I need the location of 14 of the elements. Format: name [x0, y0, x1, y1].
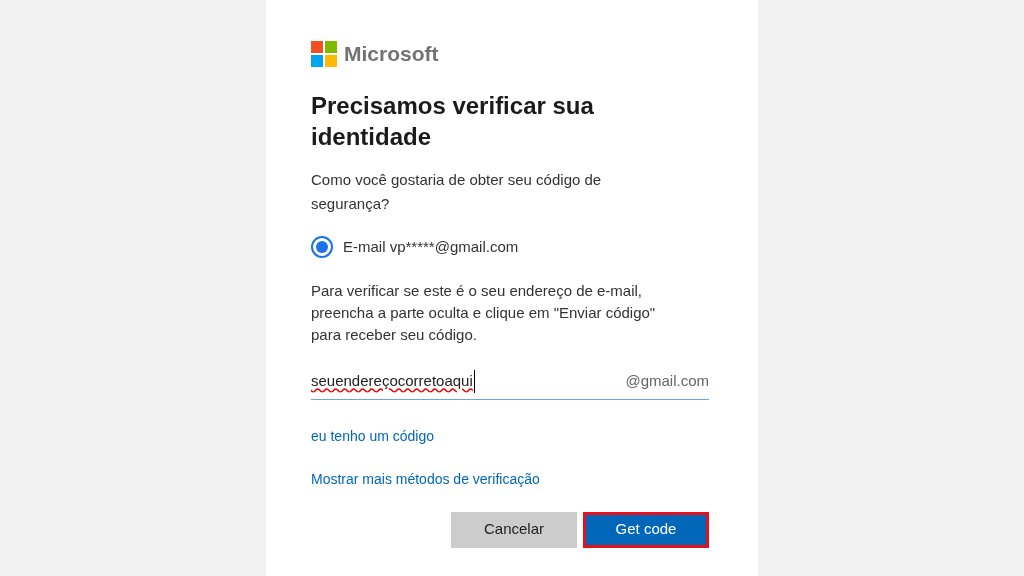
email-suffix: @gmail.com — [625, 371, 709, 391]
logo-icon — [311, 40, 337, 67]
cancel-button[interactable]: Cancelar — [451, 511, 577, 548]
email-input[interactable]: seuendereçocorretoaqui — [311, 370, 475, 393]
link[interactable]: Mostrar mais métodos de verificação — [311, 468, 540, 490]
get-code-button[interactable]: Get code — [583, 511, 709, 548]
email-field[interactable]: seuendereçocorretoaqui @gmail.com — [311, 370, 709, 400]
radio-button[interactable] — [311, 235, 333, 258]
link[interactable]: eu tenho um código — [311, 425, 434, 447]
logo-text: Microsoft — [344, 41, 439, 67]
instructions-text: Para verificar se este é o seu endereço de e-mail, preencha a parte oculta e clique em "Enviar código" para receber seu código. — [311, 281, 657, 345]
radio-option[interactable]: E-mail vp*****@gmail.com — [311, 235, 713, 258]
page-title: Precisamos verificar sua identidade — [311, 90, 595, 152]
question-text: Como você gostaria de obter seu código de segurança? — [311, 169, 603, 214]
